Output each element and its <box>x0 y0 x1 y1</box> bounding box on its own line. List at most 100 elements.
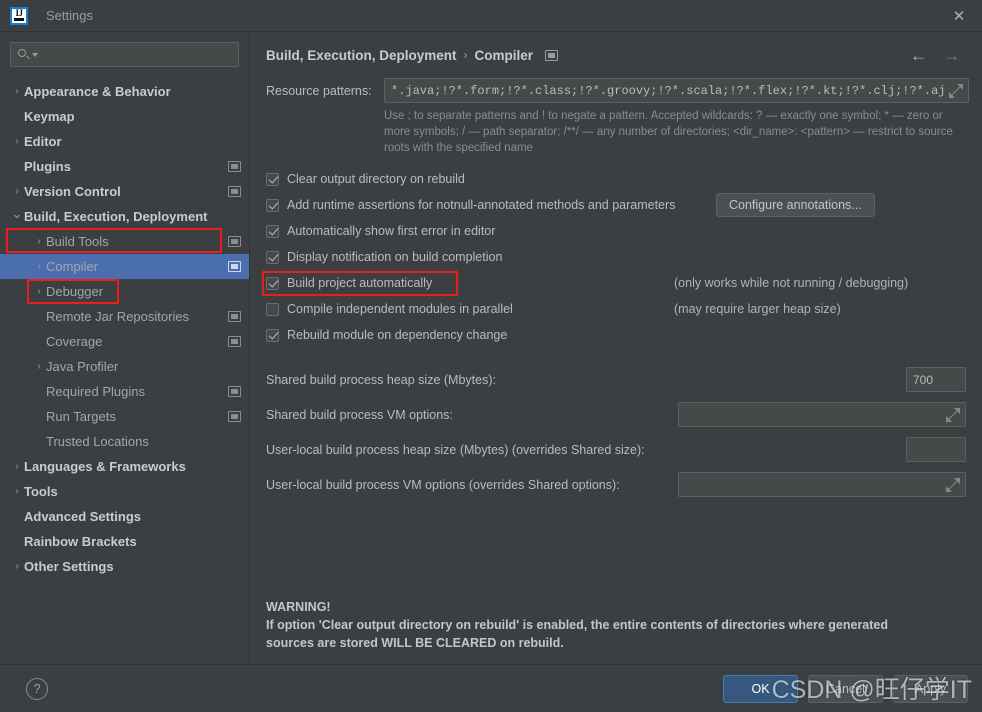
project-settings-icon <box>228 311 241 322</box>
checkbox-row-display-notification-on-build-completion[interactable]: Display notification on build completion <box>266 244 966 270</box>
checkbox-label: Add runtime assertions for notnull-annot… <box>287 198 676 212</box>
search-input[interactable] <box>38 46 232 63</box>
resource-patterns-label: Resource patterns: <box>266 83 372 98</box>
checkbox-label: Display notification on build completion <box>287 250 503 264</box>
sidebar-item-appearance-behavior[interactable]: › Appearance & Behavior <box>0 79 249 104</box>
checkbox-add-runtime-assertions-for-notnull-annotated-methods-and-parameters[interactable] <box>266 198 279 212</box>
sidebar-item-editor[interactable]: › Editor <box>0 129 249 154</box>
resource-patterns-field[interactable]: *.java;!?*.form;!?*.class;!?*.groovy;!?*… <box>384 78 969 103</box>
breadcrumb-leaf: Compiler <box>474 47 534 63</box>
sidebar-item-label: Trusted Locations <box>46 434 149 449</box>
help-icon[interactable]: ? <box>26 677 48 700</box>
checkbox-row-build-project-automatically[interactable]: Build project automatically (only works w… <box>262 270 966 296</box>
checkbox-build-project-automatically[interactable] <box>266 276 279 290</box>
checkbox-row-compile-independent-modules-in-parallel[interactable]: Compile independent modules in parallel (… <box>266 296 966 322</box>
apply-button[interactable]: Apply <box>893 674 968 703</box>
checkbox-row-add-runtime-assertions-for-notnull-annotated-methods-and-parameters[interactable]: Add runtime assertions for notnull-annot… <box>266 192 966 218</box>
sidebar-item-rainbow-brackets[interactable]: ›Rainbow Brackets <box>0 529 249 554</box>
sidebar-item-tools[interactable]: › Tools <box>0 479 249 504</box>
chevron-right-icon[interactable]: › <box>10 186 24 197</box>
chevron-right-icon[interactable]: › <box>10 486 24 497</box>
checkbox-row-automatically-show-first-error-in-editor[interactable]: Automatically show first error in editor <box>266 218 966 244</box>
breadcrumb-root[interactable]: Build, Execution, Deployment <box>266 48 457 63</box>
chevron-right-icon[interactable]: › <box>10 461 24 472</box>
cancel-button[interactable]: Cancel <box>808 674 883 703</box>
sidebar-item-languages-frameworks[interactable]: › Languages & Frameworks <box>0 454 249 479</box>
nav-arrows: ← → <box>910 47 966 64</box>
expand-icon[interactable] <box>948 83 963 98</box>
sidebar-item-label: Version Control <box>24 184 121 199</box>
sidebar-item-plugins[interactable]: ›Plugins <box>0 154 249 179</box>
sidebar-item-coverage[interactable]: ›Coverage <box>0 329 249 354</box>
project-settings-icon <box>545 49 559 61</box>
field-label: Shared build process VM options: <box>266 407 453 422</box>
chevron-right-icon[interactable]: › <box>10 86 24 97</box>
field-row-shared-build-process-vm-options: Shared build process VM options: <box>266 397 966 432</box>
chevron-right-icon[interactable]: › <box>10 136 24 147</box>
sidebar-item-label: Keymap <box>24 109 75 124</box>
input-user-local-build-process-vm-options-overrides-shared-options[interactable] <box>678 472 966 497</box>
field-row-shared-build-process-heap-size-mbytes: Shared build process heap size (Mbytes):… <box>266 362 966 397</box>
sidebar-item-run-targets[interactable]: ›Run Targets <box>0 404 249 429</box>
sidebar-item-build-execution-deployment[interactable]: ⌄ Build, Execution, Deployment <box>0 204 249 229</box>
sidebar-item-label: Run Targets <box>46 409 116 424</box>
sidebar-item-compiler[interactable]: › Compiler <box>0 254 249 279</box>
intellij-logo-icon: IJ <box>10 6 28 25</box>
sidebar-item-debugger[interactable]: › Debugger <box>0 279 249 304</box>
sidebar-item-label: Appearance & Behavior <box>24 84 171 99</box>
checkbox-display-notification-on-build-completion[interactable] <box>266 250 279 264</box>
input-value: 700 <box>913 372 934 387</box>
sidebar-item-remote-jar-repositories[interactable]: ›Remote Jar Repositories <box>0 304 249 329</box>
sidebar-item-label: Tools <box>24 484 58 499</box>
chevron-right-icon[interactable]: › <box>32 236 46 247</box>
settings-sidebar: ›Appearance & Behavior›Keymap›Editor›Plu… <box>0 32 250 664</box>
input-shared-build-process-vm-options[interactable] <box>678 402 966 427</box>
settings-tree: ›Appearance & Behavior›Keymap›Editor›Plu… <box>0 77 249 664</box>
checkbox-row-rebuild-module-on-dependency-change[interactable]: Rebuild module on dependency change <box>266 322 966 348</box>
search-box[interactable] <box>10 42 239 67</box>
breadcrumb: Build, Execution, Deployment › Compiler … <box>266 38 966 72</box>
dialog-footer: ? OK Cancel Apply <box>0 664 982 712</box>
configure-annotations-button[interactable]: Configure annotations... <box>716 193 875 217</box>
project-settings-icon <box>228 161 241 172</box>
sidebar-item-label: Build, Execution, Deployment <box>24 209 208 224</box>
checkbox-clear-output-directory-on-rebuild[interactable] <box>266 172 279 186</box>
checkbox-label: Rebuild module on dependency change <box>287 328 508 342</box>
forward-arrow-icon[interactable]: → <box>943 47 960 64</box>
chevron-down-icon[interactable]: ⌄ <box>10 206 24 222</box>
input-user-local-build-process-heap-size-mbytes-overrides-shared-size[interactable] <box>906 437 966 462</box>
field-label: User-local build process VM options (ove… <box>266 477 620 492</box>
sidebar-item-keymap[interactable]: ›Keymap <box>0 104 249 129</box>
chevron-right-icon[interactable]: › <box>32 286 46 297</box>
field-row-user-local-build-process-heap-size-mbytes-overrides-shared-size: User-local build process heap size (Mbyt… <box>266 432 966 467</box>
sidebar-item-advanced-settings[interactable]: ›Advanced Settings <box>0 504 249 529</box>
dialog-body: ›Appearance & Behavior›Keymap›Editor›Plu… <box>0 32 982 664</box>
sidebar-item-version-control[interactable]: › Version Control <box>0 179 249 204</box>
checkbox-automatically-show-first-error-in-editor[interactable] <box>266 224 279 238</box>
search-icon <box>17 48 31 62</box>
sidebar-item-label: Plugins <box>24 159 71 174</box>
sidebar-item-build-tools[interactable]: › Build Tools <box>0 229 249 254</box>
back-arrow-icon[interactable]: ← <box>910 47 927 64</box>
ok-button[interactable]: OK <box>723 674 798 703</box>
project-settings-icon <box>228 411 241 422</box>
checkbox-row-clear-output-directory-on-rebuild[interactable]: Clear output directory on rebuild <box>266 166 966 192</box>
expand-icon[interactable] <box>946 407 960 422</box>
sidebar-item-required-plugins[interactable]: ›Required Plugins <box>0 379 249 404</box>
sidebar-item-label: Editor <box>24 134 62 149</box>
expand-icon[interactable] <box>946 477 960 492</box>
sidebar-item-trusted-locations[interactable]: ›Trusted Locations <box>0 429 249 454</box>
close-icon[interactable]: ✕ <box>936 0 982 32</box>
chevron-right-icon[interactable]: › <box>32 361 46 372</box>
sidebar-item-other-settings[interactable]: › Other Settings <box>0 554 249 579</box>
checkbox-compile-independent-modules-in-parallel[interactable] <box>266 302 279 316</box>
checkbox-label: Automatically show first error in editor <box>287 224 496 238</box>
sidebar-item-label: Advanced Settings <box>24 509 142 524</box>
sidebar-item-label: Languages & Frameworks <box>24 459 186 474</box>
sidebar-item-java-profiler[interactable]: › Java Profiler <box>0 354 249 379</box>
input-shared-build-process-heap-size-mbytes[interactable]: 700 <box>906 367 966 392</box>
checkbox-rebuild-module-on-dependency-change[interactable] <box>266 328 279 342</box>
chevron-right-icon[interactable]: › <box>10 561 24 572</box>
warning-line-2: If option 'Clear output directory on reb… <box>266 618 889 632</box>
chevron-right-icon[interactable]: › <box>32 261 46 272</box>
